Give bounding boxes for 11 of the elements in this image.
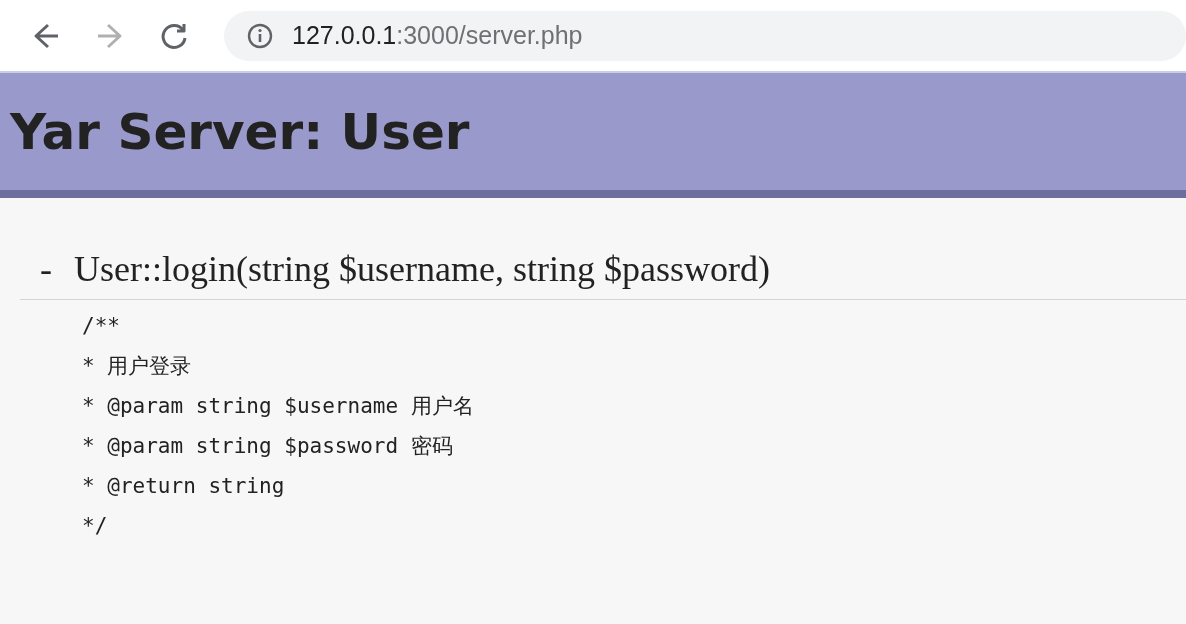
doc-comment-line: /** bbox=[82, 314, 120, 339]
doc-comment-line: * @param string $username 用户名 bbox=[82, 394, 474, 419]
doc-comment-line: * @param string $password 密码 bbox=[82, 434, 453, 459]
info-icon bbox=[246, 21, 274, 50]
doc-comment-line: * @return string bbox=[82, 474, 285, 499]
page-title: Yar Server: User bbox=[10, 106, 470, 157]
doc-comment-line: */ bbox=[82, 514, 108, 539]
doc-comment-line: * 用户登录 bbox=[82, 354, 192, 379]
method-signature: User::login(string $username, string $password) bbox=[74, 249, 770, 289]
collapse-toggle[interactable]: - bbox=[40, 249, 52, 289]
address-bar[interactable]: 127.0.0.1:3000/server.php bbox=[224, 10, 1186, 61]
